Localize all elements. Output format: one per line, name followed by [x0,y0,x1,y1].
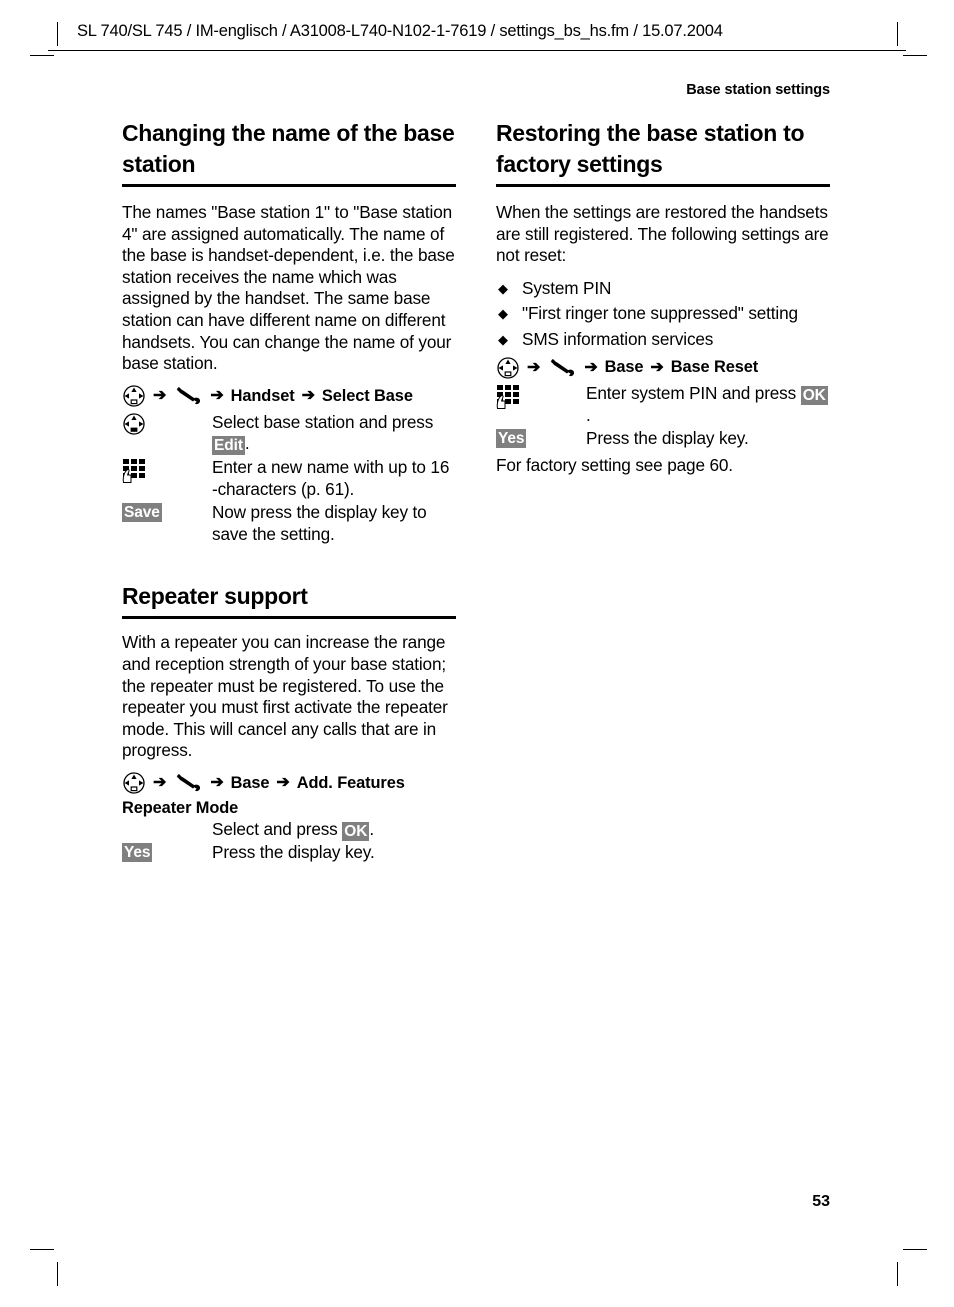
step-key-cell: Yes [496,428,586,449]
arrow-icon: ➔ [276,774,290,792]
step-row: Yes Press the display key. [496,428,830,450]
display-key-yes[interactable]: Yes [496,429,527,449]
footnote-factory-setting: For factory setting see page 60. [496,455,733,476]
step-text-after: . [244,433,250,454]
step-row: Save Now press the display key to save t… [122,502,456,545]
menu-step-base-reset[interactable]: Base Reset [671,358,758,377]
menu-path-base-base-reset: ➔ ➔ Base ➔ Base Reset [496,354,830,381]
arrow-icon: ➔ [153,387,167,405]
step-text-before: Select base station and press [212,411,434,432]
right-column: Restoring the base station to factory se… [496,118,830,486]
menu-path-handset-select-base: ➔ ➔ Handset ➔ Select Base [122,383,456,410]
display-key-ok[interactable]: OK [342,821,370,841]
not-reset-settings-list: ◆ System PIN ◆ "First ringer tone suppre… [496,276,830,353]
step-text-before: Enter system PIN and press [586,383,801,404]
menu-step-add-features[interactable]: Add. Features [297,774,405,793]
diamond-bullet-icon: ◆ [498,331,508,347]
step-description: Enter a new name with up to 16 -characte… [212,456,450,499]
settings-wrench-icon [173,773,203,793]
display-key-edit[interactable]: Edit [212,436,245,456]
section-body-changing-name: The names "Base station 1" to "Base stat… [122,202,455,374]
left-column: Changing the name of the base station Th… [122,118,456,866]
step-description: Select and press OK. [212,819,456,841]
list-item: ◆ System PIN [496,276,830,302]
step-key-cell [122,819,212,820]
heading-rule [496,184,830,187]
crop-mark-bottom-right-vertical [897,1262,898,1286]
navigation-key-icon [122,772,146,795]
settings-wrench-icon [547,358,577,378]
display-key-ok[interactable]: OK [800,386,828,406]
header-rule [48,50,906,51]
list-item-label: System PIN [522,277,612,298]
crop-mark-top-right-vertical [897,22,898,46]
page-number: 53 [812,1193,830,1210]
arrow-icon: ➔ [527,358,541,376]
step-description: Now press the display key to save the se… [212,502,427,544]
crop-mark-top-left-horizontal [30,55,54,56]
step-key-cell: Save [122,502,212,523]
list-item: ◆ "First ringer tone suppressed" setting [496,301,830,327]
step-row: Select base station and press Edit. [122,411,456,456]
step-row: Yes Press the display key. [122,842,456,864]
crop-mark-top-left-vertical [57,22,58,46]
step-text-after: . [369,818,374,839]
settings-wrench-icon [173,386,203,406]
keypad-icon [496,384,520,410]
arrow-icon: ➔ [210,387,224,405]
step-key-cell: Yes [122,842,212,863]
step-description: Select base station and press Edit. [212,411,456,456]
step-row: Select and press OK. [122,819,456,841]
list-item: ◆ SMS information services [496,327,830,353]
step-text-before: Select and press [212,818,343,839]
menu-step-base[interactable]: Base [231,774,270,793]
step-description: Press the display key. [586,428,749,449]
list-item-label: SMS information services [522,328,714,349]
step-description: Press the display key. [212,842,375,863]
step-key-cell [122,457,212,483]
menu-step-select-base[interactable]: Select Base [322,387,413,406]
step-row: Enter a new name with up to 16 -characte… [122,457,456,500]
menu-path-base-add-features: ➔ ➔ Base ➔ Add. Features [122,770,456,797]
keypad-icon [122,458,146,483]
section-heading-repeater-support: Repeater support [122,583,308,610]
step-text-after: . [586,404,591,425]
heading-rule [122,616,456,620]
arrow-icon: ➔ [153,774,167,792]
crop-mark-bottom-left-horizontal [30,1249,54,1250]
arrow-icon: ➔ [301,387,315,405]
running-header: Base station settings [686,82,830,98]
list-item-label: "First ringer tone suppressed" setting [522,303,798,324]
step-row: Enter system PIN and press OK. [496,383,830,426]
navigation-key-icon [122,413,146,435]
heading-rule [122,184,456,187]
menu-step-handset[interactable]: Handset [231,387,295,406]
section-body-restoring: When the settings are restored the hands… [496,202,829,266]
navigation-key-icon [122,385,146,407]
diamond-bullet-icon: ◆ [498,280,508,296]
step-key-cell [122,412,212,435]
arrow-icon: ➔ [650,358,664,376]
subheading-repeater-mode: Repeater Mode [122,798,239,817]
document-file-line: SL 740/SL 745 / IM-englisch / A31008-L74… [77,22,723,40]
step-key-cell [496,383,586,410]
section-heading-changing-name: Changing the name of the base station [122,120,455,177]
arrow-icon: ➔ [210,774,224,792]
display-key-save[interactable]: Save [122,503,162,523]
diamond-bullet-icon: ◆ [498,306,508,322]
crop-mark-bottom-left-vertical [57,1262,58,1286]
step-description: Enter system PIN and press OK. [586,383,830,426]
section-heading-restoring-factory-settings: Restoring the base station to factory se… [496,120,805,177]
display-key-yes[interactable]: Yes [122,843,153,863]
navigation-key-icon [496,357,520,379]
arrow-icon: ➔ [584,358,598,376]
crop-mark-bottom-right-horizontal [903,1249,927,1250]
section-body-repeater-support: With a repeater you can increase the ran… [122,632,448,761]
crop-mark-top-right-horizontal [903,55,927,56]
menu-step-base[interactable]: Base [605,358,644,377]
